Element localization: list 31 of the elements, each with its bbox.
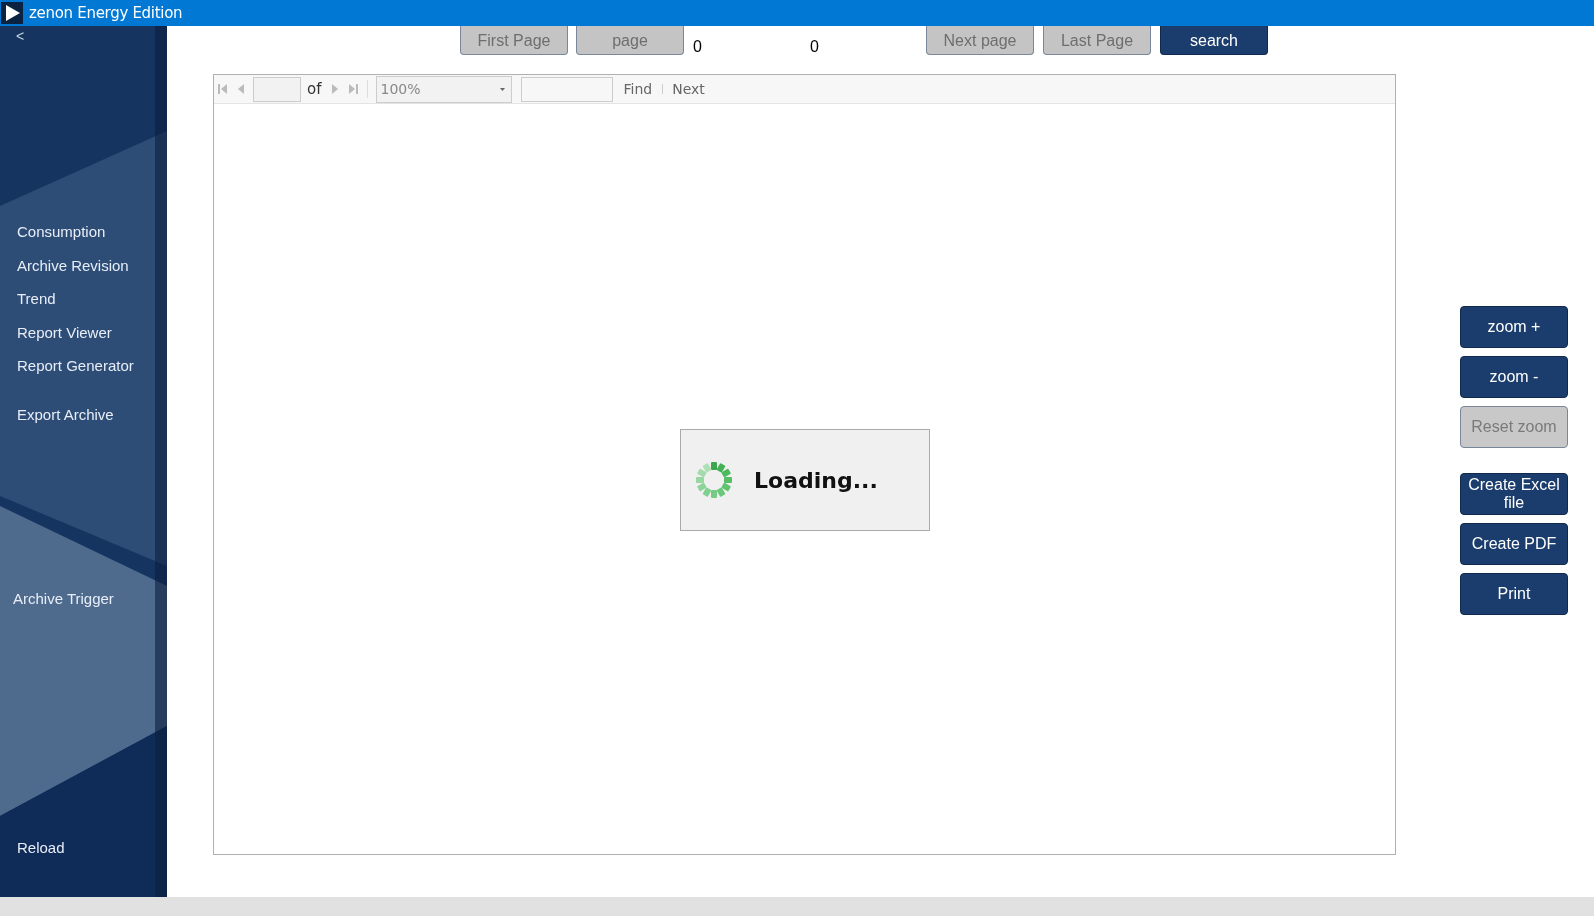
loading-spinner-icon — [694, 460, 734, 500]
find-field[interactable] — [521, 76, 614, 102]
first-page-icon[interactable] — [218, 83, 228, 95]
collapse-button[interactable]: < — [16, 26, 25, 47]
page-number-field[interactable] — [253, 76, 301, 102]
sidebar-item[interactable]: Report Viewer — [17, 321, 112, 345]
find-link[interactable]: Find — [623, 78, 653, 100]
action-button[interactable]: Print — [1460, 573, 1568, 615]
action-button[interactable]: Create PDF — [1460, 523, 1568, 565]
loading-text: Loading... — [754, 466, 878, 495]
sidebar-item[interactable]: Archive Trigger — [13, 588, 114, 611]
sidebar-item[interactable]: Export Archive — [17, 404, 114, 427]
page-value: 0 — [810, 37, 819, 57]
page-button[interactable]: search — [1160, 26, 1268, 55]
action-button[interactable]: zoom - — [1460, 356, 1568, 398]
app-logo-icon — [1, 2, 23, 24]
last-page-icon[interactable] — [348, 83, 359, 95]
previous-page-icon[interactable] — [238, 83, 245, 95]
page-of-label: of — [307, 78, 322, 100]
sidebar-item[interactable]: Trend — [17, 288, 56, 311]
action-button[interactable]: zoom + — [1460, 306, 1568, 348]
sidebar-item[interactable]: Consumption — [17, 221, 106, 244]
action-button[interactable]: Create Excel file — [1460, 473, 1568, 515]
dropdown-caret-icon — [500, 87, 506, 91]
sidebar-item[interactable]: Reload — [17, 837, 65, 860]
find-next-link[interactable]: Next — [672, 78, 705, 100]
page-value: 0 — [693, 37, 702, 57]
window-title: zenon Energy Edition — [29, 2, 183, 24]
sidebar-item[interactable]: Archive Revision — [17, 254, 129, 278]
next-page-icon[interactable] — [331, 83, 339, 95]
sidebar-item[interactable]: Report Generator — [17, 355, 134, 378]
